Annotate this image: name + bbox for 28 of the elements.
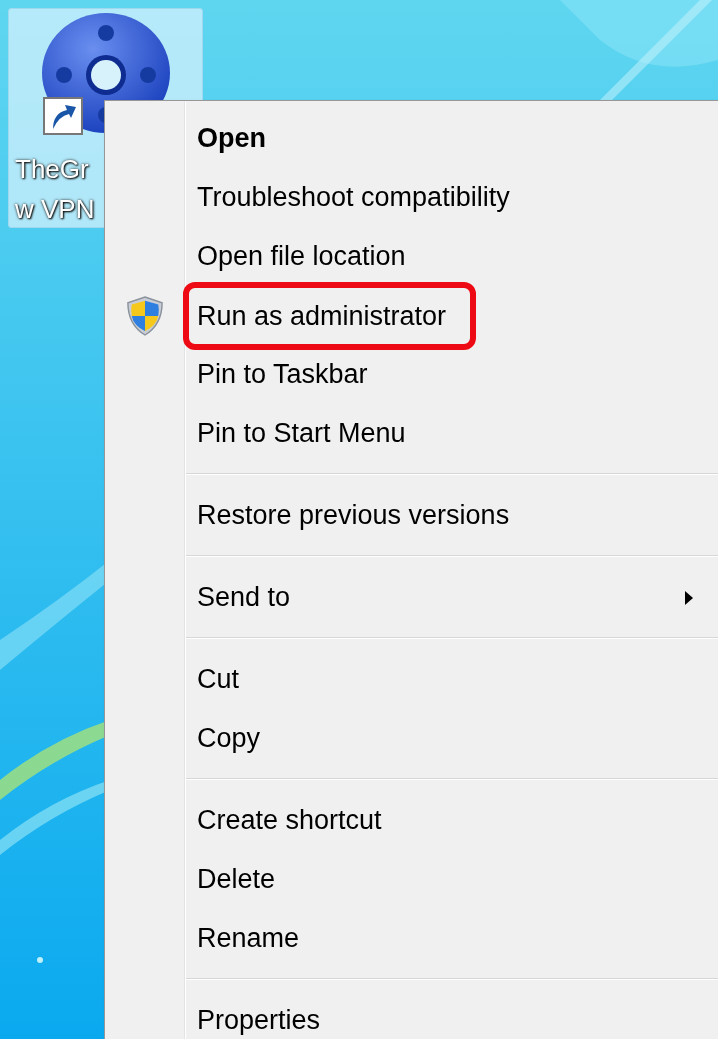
menu-item-label: Open file location	[197, 240, 406, 273]
menu-item-label: Rename	[197, 922, 300, 955]
menu-item[interactable]: Open	[105, 109, 718, 168]
menu-item[interactable]: Copy	[105, 709, 718, 768]
menu-item-label: Properties	[197, 1004, 321, 1037]
menu-item[interactable]: Rename	[105, 909, 718, 968]
menu-item-label: Open	[197, 122, 266, 155]
menu-item-label: Pin to Start Menu	[197, 417, 406, 450]
menu-item-label: Copy	[197, 722, 261, 755]
menu-item[interactable]: Restore previous versions	[105, 486, 718, 545]
menu-item-label: Troubleshoot compatibility	[197, 181, 510, 214]
menu-item-label: Delete	[197, 863, 276, 896]
menu-item-label: Cut	[197, 663, 240, 696]
menu-item-label: Restore previous versions	[197, 499, 510, 532]
icon-label: TheGr	[15, 153, 90, 186]
shield-icon	[126, 295, 164, 336]
menu-item[interactable]: Troubleshoot compatibility	[105, 168, 718, 227]
submenu-arrow-icon	[685, 591, 693, 605]
menu-item[interactable]: Cut	[105, 650, 718, 709]
menu-item[interactable]: Properties	[105, 991, 718, 1039]
menu-item-label: Create shortcut	[197, 804, 382, 837]
menu-item-label: Pin to Taskbar	[197, 358, 368, 391]
icon-label: w VPN	[15, 193, 95, 226]
menu-item[interactable]: Send to	[105, 568, 718, 627]
menu-item-label: Send to	[197, 581, 291, 614]
menu-item[interactable]: Create shortcut	[105, 791, 718, 850]
menu-item[interactable]: Delete	[105, 850, 718, 909]
menu-item[interactable]: Pin to Start Menu	[105, 404, 718, 463]
